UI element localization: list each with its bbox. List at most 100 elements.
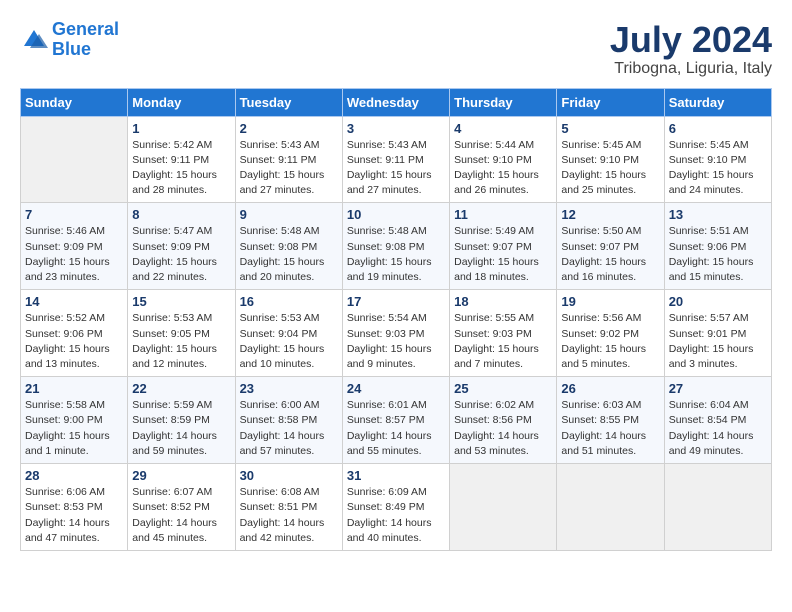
calendar-cell: 2 Sunrise: 5:43 AM Sunset: 9:11 PM Daylig… (235, 116, 342, 203)
calendar-cell: 1 Sunrise: 5:42 AM Sunset: 9:11 PM Daylig… (128, 116, 235, 203)
calendar-cell: 23Sunrise: 6:00 AM Sunset: 8:58 PM Dayli… (235, 377, 342, 464)
logo-icon (20, 26, 48, 54)
day-number: 20 (669, 294, 767, 309)
day-number: 8 (132, 207, 230, 222)
day-info: Sunrise: 6:01 AM Sunset: 8:57 PM Dayligh… (347, 398, 445, 459)
day-number: 19 (561, 294, 659, 309)
calendar-cell: 22 Sunrise: 5:59 AM Sunset: 8:59 PM Dayli… (128, 377, 235, 464)
weekday-header-monday: Monday (128, 88, 235, 116)
weekday-header-friday: Friday (557, 88, 664, 116)
calendar-cell: 30 Sunrise: 6:08 AM Sunset: 8:51 PM Dayli… (235, 464, 342, 551)
day-info: Sunrise: 5:43 AM Sunset: 9:11 PM Dayligh… (240, 138, 338, 199)
day-info: Sunrise: 5:42 AM Sunset: 9:11 PM Dayligh… (132, 138, 230, 199)
day-number: 1 (132, 121, 230, 136)
week-row-5: 28 Sunrise: 6:06 AM Sunset: 8:53 PM Dayli… (21, 464, 772, 551)
calendar-cell: 16 Sunrise: 5:53 AM Sunset: 9:04 PM Dayli… (235, 290, 342, 377)
day-info: Sunrise: 5:57 AM Sunset: 9:01 PM Dayligh… (669, 311, 767, 372)
day-number: 31 (347, 468, 445, 483)
weekday-header-thursday: Thursday (450, 88, 557, 116)
title-section: July 2024 Tribogna, Liguria, Italy (610, 20, 772, 78)
calendar-table: SundayMondayTuesdayWednesdayThursdayFrid… (20, 88, 772, 551)
day-info: Sunrise: 5:53 AM Sunset: 9:04 PM Dayligh… (240, 311, 338, 372)
day-number: 3 (347, 121, 445, 136)
day-number: 13 (669, 207, 767, 222)
calendar-cell: 7 Sunrise: 5:46 AM Sunset: 9:09 PM Daylig… (21, 203, 128, 290)
calendar-subtitle: Tribogna, Liguria, Italy (610, 60, 772, 78)
calendar-title: July 2024 (610, 20, 772, 60)
week-row-1: 1 Sunrise: 5:42 AM Sunset: 9:11 PM Daylig… (21, 116, 772, 203)
calendar-cell: 8Sunrise: 5:47 AM Sunset: 9:09 PM Daylig… (128, 203, 235, 290)
calendar-cell: 27Sunrise: 6:04 AM Sunset: 8:54 PM Dayli… (664, 377, 771, 464)
calendar-cell: 3Sunrise: 5:43 AM Sunset: 9:11 PM Daylig… (342, 116, 449, 203)
day-info: Sunrise: 6:02 AM Sunset: 8:56 PM Dayligh… (454, 398, 552, 459)
day-number: 7 (25, 207, 123, 222)
calendar-cell: 19 Sunrise: 5:56 AM Sunset: 9:02 PM Dayli… (557, 290, 664, 377)
day-number: 15 (132, 294, 230, 309)
day-number: 27 (669, 381, 767, 396)
calendar-cell: 11 Sunrise: 5:49 AM Sunset: 9:07 PM Dayli… (450, 203, 557, 290)
day-info: Sunrise: 5:45 AM Sunset: 9:10 PM Dayligh… (561, 138, 659, 199)
calendar-cell: 17Sunrise: 5:54 AM Sunset: 9:03 PM Dayli… (342, 290, 449, 377)
day-info: Sunrise: 5:50 AM Sunset: 9:07 PM Dayligh… (561, 224, 659, 285)
day-info: Sunrise: 6:07 AM Sunset: 8:52 PM Dayligh… (132, 485, 230, 546)
weekday-header-saturday: Saturday (664, 88, 771, 116)
day-number: 11 (454, 207, 552, 222)
day-number: 22 (132, 381, 230, 396)
day-number: 18 (454, 294, 552, 309)
calendar-cell (21, 116, 128, 203)
day-number: 2 (240, 121, 338, 136)
calendar-cell: 29Sunrise: 6:07 AM Sunset: 8:52 PM Dayli… (128, 464, 235, 551)
calendar-cell: 15 Sunrise: 5:53 AM Sunset: 9:05 PM Dayli… (128, 290, 235, 377)
day-info: Sunrise: 5:46 AM Sunset: 9:09 PM Dayligh… (25, 224, 123, 285)
calendar-header: SundayMondayTuesdayWednesdayThursdayFrid… (21, 88, 772, 116)
day-number: 4 (454, 121, 552, 136)
calendar-cell: 24 Sunrise: 6:01 AM Sunset: 8:57 PM Dayli… (342, 377, 449, 464)
day-number: 9 (240, 207, 338, 222)
page-header: General Blue July 2024 Tribogna, Liguria… (20, 20, 772, 78)
day-number: 14 (25, 294, 123, 309)
day-number: 25 (454, 381, 552, 396)
day-info: Sunrise: 5:56 AM Sunset: 9:02 PM Dayligh… (561, 311, 659, 372)
calendar-cell: 6 Sunrise: 5:45 AM Sunset: 9:10 PM Daylig… (664, 116, 771, 203)
day-info: Sunrise: 6:03 AM Sunset: 8:55 PM Dayligh… (561, 398, 659, 459)
weekday-header-row: SundayMondayTuesdayWednesdayThursdayFrid… (21, 88, 772, 116)
day-info: Sunrise: 5:59 AM Sunset: 8:59 PM Dayligh… (132, 398, 230, 459)
day-number: 26 (561, 381, 659, 396)
day-info: Sunrise: 5:48 AM Sunset: 9:08 PM Dayligh… (240, 224, 338, 285)
calendar-cell: 31 Sunrise: 6:09 AM Sunset: 8:49 PM Dayli… (342, 464, 449, 551)
day-number: 5 (561, 121, 659, 136)
week-row-2: 7 Sunrise: 5:46 AM Sunset: 9:09 PM Daylig… (21, 203, 772, 290)
day-number: 21 (25, 381, 123, 396)
week-row-4: 21 Sunrise: 5:58 AM Sunset: 9:00 PM Dayli… (21, 377, 772, 464)
day-info: Sunrise: 5:44 AM Sunset: 9:10 PM Dayligh… (454, 138, 552, 199)
day-info: Sunrise: 5:49 AM Sunset: 9:07 PM Dayligh… (454, 224, 552, 285)
calendar-cell: 5 Sunrise: 5:45 AM Sunset: 9:10 PM Daylig… (557, 116, 664, 203)
day-number: 6 (669, 121, 767, 136)
calendar-cell: 21 Sunrise: 5:58 AM Sunset: 9:00 PM Dayli… (21, 377, 128, 464)
calendar-body: 1 Sunrise: 5:42 AM Sunset: 9:11 PM Daylig… (21, 116, 772, 550)
day-info: Sunrise: 5:58 AM Sunset: 9:00 PM Dayligh… (25, 398, 123, 459)
day-number: 17 (347, 294, 445, 309)
calendar-cell: 14Sunrise: 5:52 AM Sunset: 9:06 PM Dayli… (21, 290, 128, 377)
day-info: Sunrise: 5:45 AM Sunset: 9:10 PM Dayligh… (669, 138, 767, 199)
day-info: Sunrise: 6:08 AM Sunset: 8:51 PM Dayligh… (240, 485, 338, 546)
calendar-cell (450, 464, 557, 551)
calendar-cell: 26 Sunrise: 6:03 AM Sunset: 8:55 PM Dayli… (557, 377, 664, 464)
day-info: Sunrise: 5:48 AM Sunset: 9:08 PM Dayligh… (347, 224, 445, 285)
calendar-cell (664, 464, 771, 551)
day-number: 28 (25, 468, 123, 483)
day-info: Sunrise: 6:00 AM Sunset: 8:58 PM Dayligh… (240, 398, 338, 459)
calendar-cell: 18 Sunrise: 5:55 AM Sunset: 9:03 PM Dayli… (450, 290, 557, 377)
day-info: Sunrise: 5:55 AM Sunset: 9:03 PM Dayligh… (454, 311, 552, 372)
day-info: Sunrise: 5:53 AM Sunset: 9:05 PM Dayligh… (132, 311, 230, 372)
day-number: 16 (240, 294, 338, 309)
logo-line2: Blue (52, 39, 91, 59)
calendar-cell: 4 Sunrise: 5:44 AM Sunset: 9:10 PM Daylig… (450, 116, 557, 203)
calendar-cell (557, 464, 664, 551)
calendar-cell: 12Sunrise: 5:50 AM Sunset: 9:07 PM Dayli… (557, 203, 664, 290)
weekday-header-tuesday: Tuesday (235, 88, 342, 116)
day-info: Sunrise: 6:06 AM Sunset: 8:53 PM Dayligh… (25, 485, 123, 546)
day-info: Sunrise: 6:09 AM Sunset: 8:49 PM Dayligh… (347, 485, 445, 546)
day-number: 30 (240, 468, 338, 483)
day-number: 24 (347, 381, 445, 396)
